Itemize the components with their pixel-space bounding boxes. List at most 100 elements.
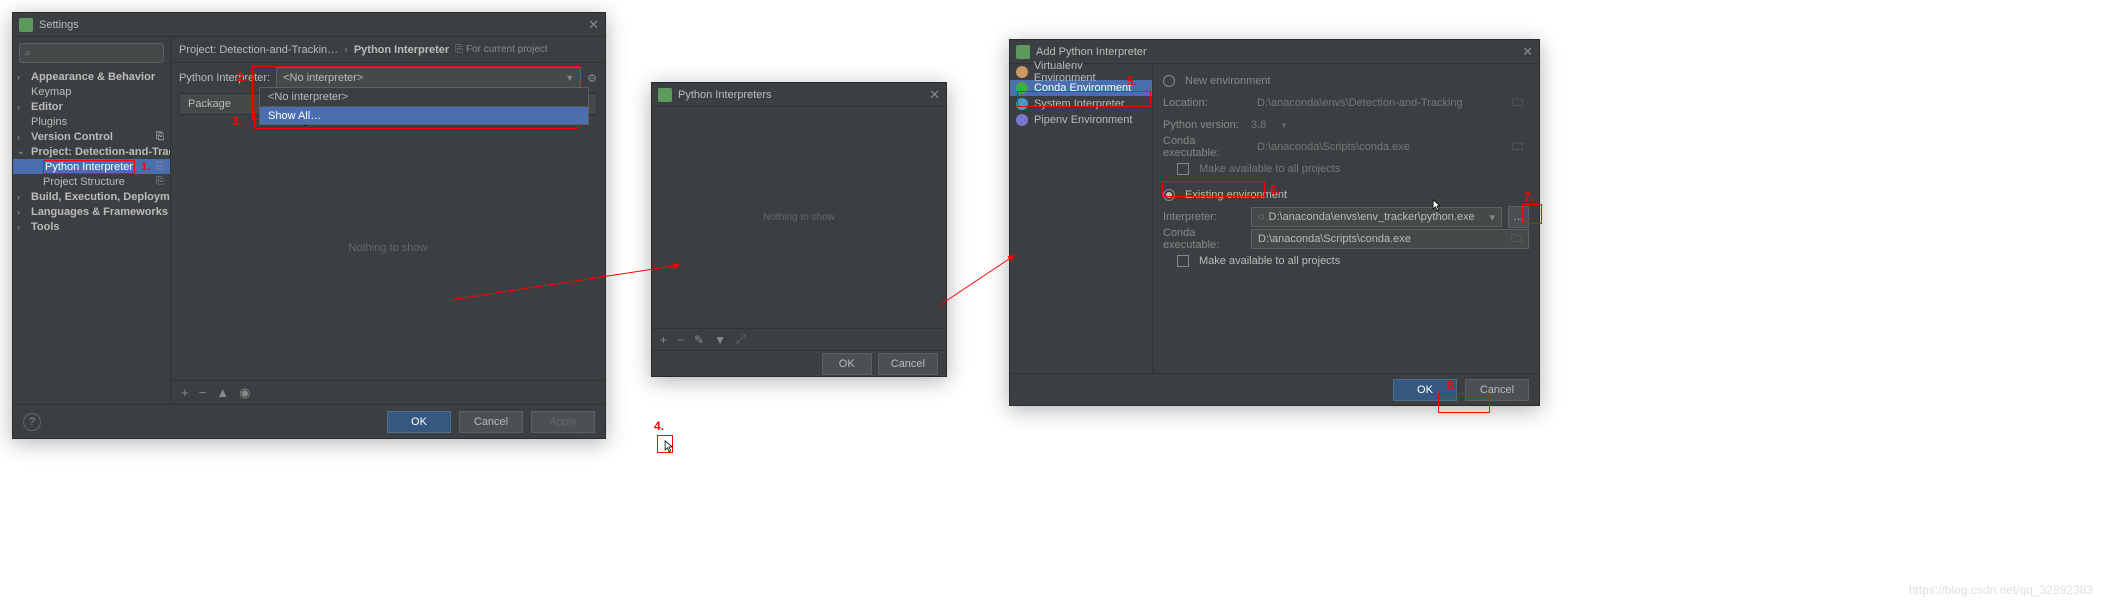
tree-languages[interactable]: ›Languages & Frameworks (13, 204, 170, 219)
step-2-label: 2. (237, 70, 247, 84)
step-3-label: 3. (232, 114, 242, 128)
env-system[interactable]: System Interpreter (1010, 96, 1152, 112)
condaexe-field: D:\anaconda\Scripts\conda.exe🗀 (1251, 137, 1529, 157)
pyinterp-toolbar: + − ✎ ▼ ⤢ (652, 328, 946, 350)
folder-icon: 🗀 (1512, 138, 1523, 157)
ok-button[interactable]: OK (822, 353, 872, 375)
location-field: D:\anaconda\envs\Detection-and-Tracking🗀 (1251, 93, 1529, 113)
packages-empty: Nothing to show (171, 115, 605, 380)
chevron-down-icon: ▾ (1489, 211, 1495, 224)
filter-icon[interactable]: ▼ (714, 333, 726, 347)
settings-window: Settings ✕ ⌕ ›Appearance & Behavior Keym… (12, 12, 606, 439)
chevron-right-icon: › (344, 44, 348, 56)
pyver-label: Python version: (1163, 119, 1245, 131)
checkbox-icon (1177, 255, 1189, 267)
cursor-icon (664, 440, 674, 454)
list-empty: Nothing to show (763, 212, 835, 223)
spinner-icon: ◌ (1258, 211, 1265, 223)
python-interpreters-window: Python Interpreters ✕ Nothing to show + … (651, 82, 947, 377)
interpreter-list: Nothing to show (652, 107, 946, 328)
gear-icon: ⎘ (156, 131, 164, 142)
interpreter-label: Python Interpreter: (179, 72, 270, 84)
remove-icon[interactable]: − (199, 385, 207, 400)
search-icon: ⌕ (25, 47, 31, 60)
tree-project[interactable]: ⌄Project: Detection-and-Trackin…⎘ (13, 144, 170, 159)
radio-existing-env[interactable]: Existing environment (1163, 184, 1529, 206)
chevron-down-icon: ▼ (565, 73, 574, 83)
add-icon[interactable]: + (181, 385, 189, 400)
cancel-button[interactable]: Cancel (459, 411, 523, 433)
cancel-button[interactable]: Cancel (1465, 379, 1529, 401)
env-type-list: Virtualenv Environment Conda Environment… (1010, 64, 1153, 373)
tree-build[interactable]: ›Build, Execution, Deployment (13, 189, 170, 204)
gear-icon: ⎘ (156, 161, 164, 172)
up-icon[interactable]: ▲ (216, 385, 229, 400)
gear-icon[interactable]: ⚙ (587, 72, 597, 85)
watermark: https://blog.csdn.net/qq_32892383 (1909, 583, 2093, 597)
crumb-interpreter: Python Interpreter (354, 44, 449, 56)
close-icon[interactable]: ✕ (588, 17, 599, 33)
condaexe2-label: Conda executable: (1163, 227, 1245, 251)
tree-editor[interactable]: ›Editor (13, 99, 170, 114)
pipenv-icon (1016, 114, 1028, 126)
settings-tree: ›Appearance & Behavior Keymap ›Editor Pl… (13, 69, 170, 404)
make-avail-2[interactable]: Make available to all projects (1163, 250, 1529, 272)
tree-tools[interactable]: ›Tools (13, 219, 170, 234)
pyinterp-titlebar[interactable]: Python Interpreters ✕ (652, 83, 946, 107)
pyinterp-footer: OK Cancel (652, 350, 946, 376)
tree-version-control[interactable]: ›Version Control⎘ (13, 129, 170, 144)
cursor-icon (1432, 199, 1442, 213)
pyinterp-title: Python Interpreters (678, 89, 929, 101)
tree-plugins[interactable]: Plugins (13, 114, 170, 129)
ok-button[interactable]: OK (387, 411, 451, 433)
dropdown-no-interpreter[interactable]: <No interpreter> (260, 88, 588, 106)
breadcrumb: Project: Detection-and-Trackin… › Python… (171, 37, 605, 63)
addinterp-title: Add Python Interpreter (1036, 46, 1522, 58)
env-form: New environment Location: D:\anaconda\env… (1153, 64, 1539, 373)
env-pipenv[interactable]: Pipenv Environment (1010, 112, 1152, 128)
folder-icon: 🗀 (1512, 94, 1523, 113)
location-label: Location: (1163, 97, 1245, 109)
step-6-label: 6. (1270, 183, 1280, 197)
dropdown-show-all[interactable]: Show All… (260, 106, 588, 124)
crumb-project[interactable]: Project: Detection-and-Trackin… (179, 44, 338, 56)
folder-icon: 🗀 (1511, 230, 1522, 249)
cancel-button[interactable]: Cancel (878, 353, 938, 375)
interpreter-combo[interactable]: <No interpreter> ▼ (276, 67, 581, 89)
make-avail-1: Make available to all projects (1163, 158, 1529, 180)
settings-title: Settings (39, 19, 588, 31)
remove-interpreter-button[interactable]: − (677, 333, 684, 347)
for-current-project: For current project (455, 44, 547, 55)
search-input[interactable]: ⌕ (19, 43, 164, 63)
eye-icon[interactable]: ◉ (239, 385, 250, 401)
radio-new-env[interactable]: New environment (1163, 70, 1529, 92)
addinterp-footer: OK Cancel (1010, 373, 1539, 405)
tree-keymap[interactable]: Keymap (13, 84, 170, 99)
help-icon[interactable]: ? (23, 413, 41, 431)
step-7-label: 7. (1524, 190, 1534, 204)
edit-interpreter-button[interactable]: ✎ (694, 333, 704, 347)
browse-button[interactable]: … (1508, 206, 1529, 228)
pycharm-icon (1016, 45, 1030, 59)
tree-python-interpreter[interactable]: Python Interpreter 1. ⎘ (13, 159, 170, 174)
interpreter-field[interactable]: ◌D:\anaconda\envs\env_tracker\python.exe… (1251, 207, 1502, 227)
paths-icon[interactable]: ⤢ (736, 332, 746, 347)
package-toolbar: + − ▲ ◉ (171, 380, 605, 404)
close-icon[interactable]: ✕ (929, 87, 940, 103)
pycharm-icon (658, 88, 672, 102)
pycharm-icon (19, 18, 33, 32)
interpreter-dropdown: <No interpreter> Show All… (259, 87, 589, 125)
apply-button[interactable]: Apply (531, 411, 595, 433)
tree-appearance[interactable]: ›Appearance & Behavior (13, 69, 170, 84)
step-8-label: 8. (1447, 378, 1457, 392)
add-interpreter-button[interactable]: + (660, 333, 667, 347)
close-icon[interactable]: ✕ (1522, 44, 1533, 60)
combo-value: <No interpreter> (283, 72, 363, 84)
settings-footer: ? OK Cancel Apply (13, 404, 605, 438)
condaexe2-field[interactable]: D:\anaconda\Scripts\conda.exe🗀 (1251, 229, 1529, 249)
tree-project-structure[interactable]: Project Structure⎘ (13, 174, 170, 189)
pyver-select: 3.8▼ (1251, 119, 1529, 131)
settings-titlebar[interactable]: Settings ✕ (13, 13, 605, 37)
radio-icon (1163, 75, 1175, 87)
conda-icon (1016, 82, 1028, 94)
